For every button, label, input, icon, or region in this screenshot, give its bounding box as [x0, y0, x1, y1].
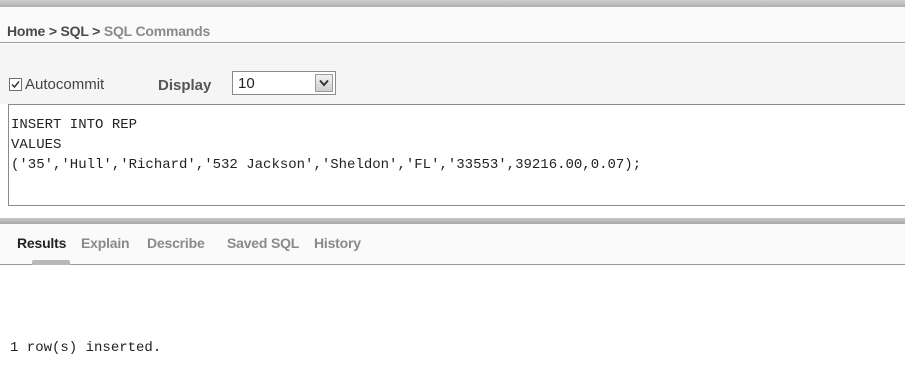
- sql-toolbar: Autocommit Display 10: [0, 44, 905, 104]
- breadcrumb-separator: >: [92, 23, 101, 39]
- autocommit-checkbox[interactable]: [9, 78, 22, 91]
- breadcrumb-bar: Home > SQL > SQL Commands: [0, 7, 905, 43]
- autocommit-control[interactable]: Autocommit: [9, 76, 104, 93]
- tab-history[interactable]: History: [314, 235, 361, 251]
- dropdown-button[interactable]: [315, 74, 333, 92]
- results-panel: 1 row(s) inserted.: [0, 265, 905, 379]
- chevron-down-icon: [319, 79, 329, 87]
- breadcrumb-sql-link[interactable]: SQL: [61, 23, 89, 39]
- breadcrumb-home-link[interactable]: Home: [7, 23, 45, 39]
- sql-editor[interactable]: INSERT INTO REP VALUES ('35','Hull','Ric…: [8, 104, 905, 206]
- sql-command-text[interactable]: INSERT INTO REP VALUES ('35','Hull','Ric…: [9, 105, 905, 175]
- checkmark-icon: [11, 81, 20, 89]
- tab-results[interactable]: Results: [17, 235, 66, 251]
- autocommit-label: Autocommit: [25, 76, 105, 93]
- tab-saved-sql[interactable]: Saved SQL: [227, 235, 299, 251]
- breadcrumb: Home > SQL > SQL Commands: [7, 23, 210, 39]
- result-message: 1 row(s) inserted.: [10, 340, 162, 356]
- display-rows-value: 10: [238, 75, 255, 92]
- tab-describe[interactable]: Describe: [147, 235, 205, 251]
- display-label: Display: [158, 77, 212, 94]
- top-bar: [0, 0, 905, 7]
- breadcrumb-separator: >: [48, 23, 57, 39]
- tab-explain[interactable]: Explain: [81, 235, 130, 251]
- results-tabs: Results Explain Describe Saved SQL Histo…: [0, 224, 905, 265]
- breadcrumb-current-page: SQL Commands: [103, 23, 211, 39]
- display-rows-select[interactable]: 10: [232, 71, 336, 95]
